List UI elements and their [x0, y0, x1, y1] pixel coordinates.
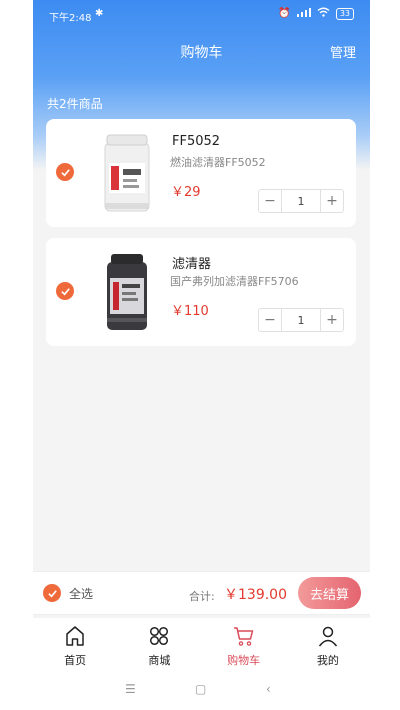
select-all-toggle[interactable]: 全选 [43, 584, 93, 602]
tab-home[interactable]: 首页 [33, 618, 117, 670]
check-icon [47, 589, 57, 597]
wifi-icon [317, 7, 330, 20]
grid-flower-icon [150, 626, 169, 646]
tab-mall[interactable]: 商城 [117, 618, 201, 670]
manage-button[interactable]: 管理 [330, 42, 356, 61]
page-title: 购物车 [180, 45, 223, 61]
bluetooth-icon: ✱ [95, 8, 104, 19]
product-price: ￥110 [171, 304, 209, 319]
quantity-value[interactable]: 1 [281, 309, 321, 331]
app-screen: 下午2:48 ✱ ⏰ 33 购物车 管理 共2件商品 FF5052 燃油滤清器F… [33, 0, 370, 710]
item-checkbox[interactable] [56, 163, 74, 181]
quantity-value[interactable]: 1 [281, 190, 321, 212]
cart-count-label: 共2件商品 [47, 97, 103, 111]
product-image[interactable] [101, 252, 153, 332]
menu-icon[interactable]: ☰ [125, 682, 136, 696]
product-price: ￥29 [171, 185, 201, 200]
product-image[interactable] [101, 133, 153, 213]
system-nav-bar: ☰ ▢ ‹ [33, 670, 370, 710]
select-all-checkbox[interactable] [43, 584, 61, 602]
tab-label: 我的 [316, 654, 339, 667]
product-name[interactable]: FF5052 [172, 134, 220, 149]
tab-label: 首页 [64, 654, 87, 667]
tab-cart[interactable]: 购物车 [202, 618, 286, 670]
tab-label: 商城 [148, 654, 171, 667]
increase-button[interactable]: + [321, 309, 343, 331]
item-checkbox[interactable] [56, 282, 74, 300]
status-time: 下午2:48 [49, 13, 92, 24]
total-amount: ￥139.00 [224, 587, 287, 603]
cart-icon [233, 627, 253, 646]
quantity-stepper: − 1 + [258, 189, 344, 213]
user-icon [318, 626, 337, 647]
back-icon[interactable]: ‹ [266, 682, 271, 696]
tab-profile[interactable]: 我的 [286, 618, 370, 670]
home-square-icon[interactable]: ▢ [195, 682, 206, 696]
select-all-label: 全选 [69, 586, 94, 601]
decrease-button[interactable]: − [259, 309, 281, 331]
checkout-bar: 全选 合计: ￥139.00 去结算 [33, 571, 370, 615]
decrease-button[interactable]: − [259, 190, 281, 212]
cart-item: FF5052 燃油滤清器FF5052 ￥29 − 1 + [46, 119, 356, 227]
signal-icon [296, 7, 311, 20]
total-label: 合计: [189, 590, 215, 603]
status-icons: ⏰ 33 [278, 7, 354, 20]
product-description: 国产弗列加滤清器FF5706 [170, 275, 299, 288]
home-icon [66, 626, 84, 646]
battery-icon: 33 [335, 7, 354, 20]
tab-label: 购物车 [227, 654, 261, 667]
alarm-icon: ⏰ [278, 8, 291, 19]
check-icon [60, 168, 70, 176]
product-description: 燃油滤清器FF5052 [170, 156, 266, 169]
quantity-stepper: − 1 + [258, 308, 344, 332]
checkout-button[interactable]: 去结算 [298, 577, 361, 609]
cart-item: 滤清器 国产弗列加滤清器FF5706 ￥110 − 1 + [46, 238, 356, 346]
product-name[interactable]: 滤清器 [172, 253, 211, 272]
increase-button[interactable]: + [321, 190, 343, 212]
status-bar: 下午2:48 ✱ ⏰ 33 [33, 0, 370, 28]
check-icon [60, 287, 70, 295]
tab-bar: 首页 商城 购物车 我的 [33, 618, 370, 670]
